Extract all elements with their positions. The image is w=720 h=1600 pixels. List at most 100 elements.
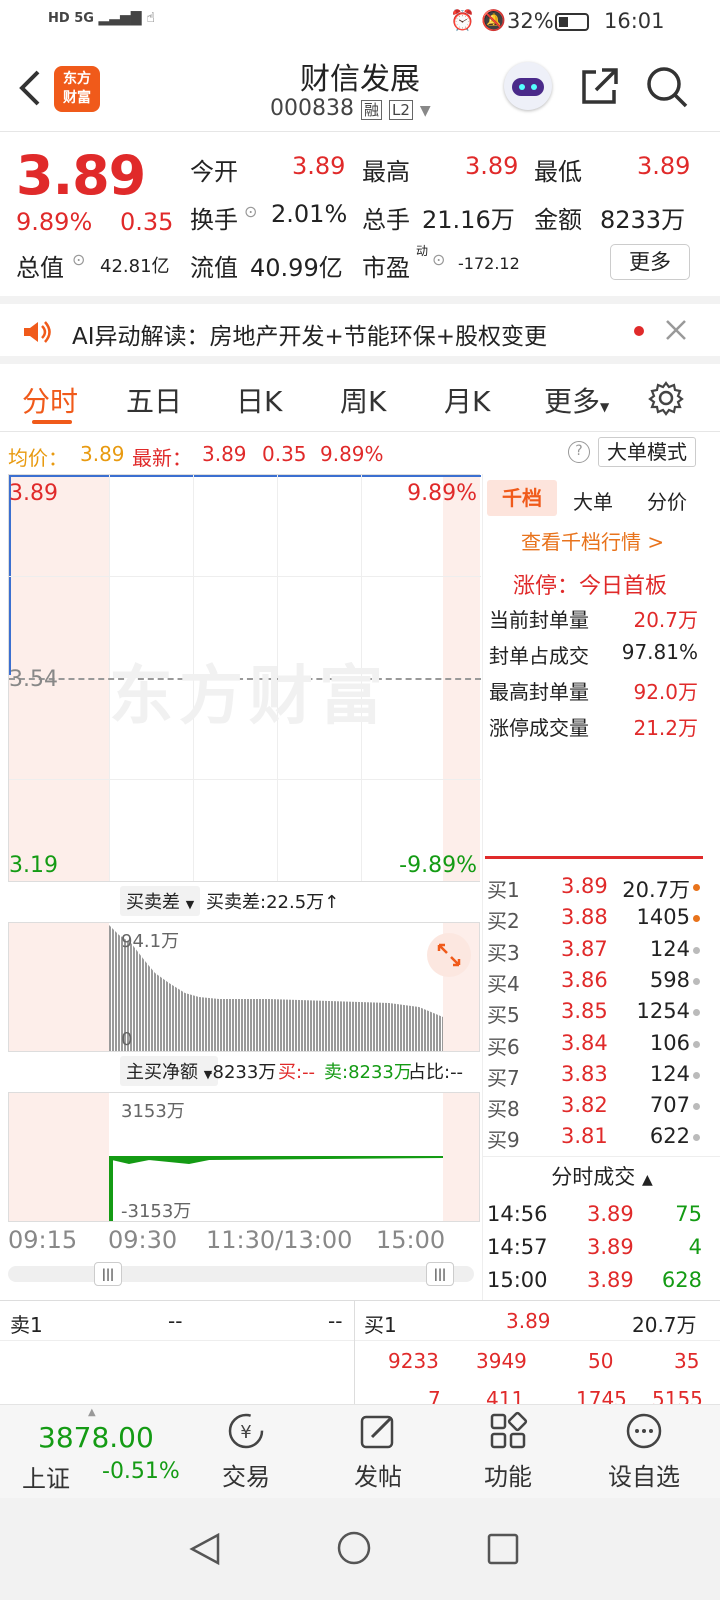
indicator-value: 买卖差:22.5万↑ [206,892,340,913]
stock-code-row[interactable]: 000838 融 L2 ▼ [270,96,431,121]
limit-row-label: 涨停成交量 [489,716,589,740]
info-icon[interactable]: ⊙ [72,250,85,269]
bid-volume: 707 [649,1093,690,1118]
alarm-mute-icons: ⏰ 🔕 [450,8,507,32]
bottom-nav: ▲ 3878.00 上证 -0.51% ¥ 交易 发帖 功能 设自选 [0,1404,720,1498]
amount-value: 8233万 [600,206,686,234]
change-percent: 9.89% [16,208,93,236]
market-cap-value: 42.81亿 [100,256,170,277]
margin-tag: 融 [360,100,382,120]
close-icon[interactable] [664,318,688,346]
trade-price: 3.89 [587,1235,634,1259]
info-icon[interactable]: ⊙ [244,202,257,221]
volume-value: 21.16万 [422,206,515,234]
avg-label: 均价： [8,446,68,470]
nav-add-watchlist[interactable]: 设自选 [596,1411,692,1492]
nav-functions[interactable]: 功能 [466,1411,550,1492]
turnover-value: 2.01% [271,200,348,228]
tab-thousand-levels[interactable]: 千档 [487,480,557,516]
tab-underline [32,420,72,424]
chevron-down-icon: ▼ [419,103,431,119]
index-widget[interactable]: ▲ 3878.00 上证 -0.51% [0,1405,190,1499]
more-button[interactable]: 更多 [610,244,690,280]
tab-big-orders[interactable]: 大单 [573,486,613,515]
home-circle-icon[interactable] [336,1530,372,1570]
queue-cell: 9233 [388,1349,439,1373]
trade-volume: 628 [661,1268,702,1292]
bid-dot [693,1134,700,1142]
change-amount: 0.35 [120,208,174,236]
index-value: 3878.00 [38,1421,154,1454]
battery-percent: 32% [507,9,554,33]
speaker-icon [22,320,52,348]
bid-volume: 124 [649,936,690,961]
ai-banner-text: AI异动解读：房地产开发+节能环保+股权变更 [72,324,548,350]
flow-ratio: 占比:-- [408,1062,464,1083]
trades-header[interactable]: 分时成交 ▲ [483,1156,720,1196]
view-levels-link[interactable]: 查看千档行情 > [521,526,664,555]
share-icon[interactable] [580,66,620,110]
brand-logo[interactable]: 东方 财富 [54,66,100,112]
trade-price: 3.89 [587,1202,634,1226]
flow-dropdown[interactable]: 主买净额 ▼ [120,1056,219,1086]
slider-handle-left[interactable]: ||| [94,1262,122,1286]
buy1-price: 3.89 [506,1309,551,1333]
price-axis-top: 3.89 [9,481,58,506]
pe-value: -172.12 [458,254,520,273]
quote-summary: 3.89 9.89% 0.35 今开 3.89 最高 3.89 最低 3.89 … [0,132,720,296]
intraday-chart[interactable]: 东方财富 3.89 3.54 3.19 9.89% -9.89% [8,474,481,882]
tab-intraday[interactable]: 分时 [22,380,78,420]
tab-price-dist[interactable]: 分价 [647,486,687,515]
bid-label: 买5 [487,1003,520,1028]
level2-tag: L2 [389,100,413,120]
slider-handle-right[interactable]: ||| [426,1262,454,1286]
tab-weekly[interactable]: 周K [340,380,386,420]
bid-price: 3.86 [561,967,608,992]
bid-label: 买1 [487,878,520,902]
time-label: 11:30/13:00 [206,1226,353,1254]
ai-robot-icon[interactable] [504,62,552,110]
index-pct: -0.51% [102,1459,180,1484]
help-icon[interactable]: ? [568,441,590,463]
chart-watermark: 东方财富 [109,660,389,734]
time-label: 09:30 [108,1226,178,1254]
nav-post[interactable]: 发帖 [336,1411,420,1492]
bid-volume: 106 [649,1030,690,1055]
trade-time: 14:57 [487,1235,548,1259]
bid-price: 3.85 [561,999,608,1024]
back-icon[interactable] [18,68,42,108]
sell1-vol: -- [328,1309,343,1333]
latest-change: 0.35 [262,442,307,466]
divider-red [485,856,703,859]
queue-cell: 3949 [476,1349,527,1373]
tab-5day[interactable]: 五日 [126,380,182,420]
flow-chart[interactable]: 3153万 -3153万 [8,1092,480,1222]
info-icon[interactable]: ⊙ [432,250,445,269]
flow-value: -8233万 [206,1062,277,1083]
high-label: 最高 [362,158,410,186]
nav-trade[interactable]: ¥ 交易 [204,1411,288,1492]
expand-icon[interactable] [427,933,471,977]
bid-dot [693,946,700,954]
latest-label: 最新： [132,446,192,470]
trade-time: 15:00 [487,1268,548,1292]
bid-price: 3.87 [561,936,608,961]
pe-label: 市盈 [362,254,410,282]
queue-cell: 35 [674,1349,700,1373]
time-range-slider[interactable]: ||| ||| [8,1262,474,1286]
indicator-dropdown[interactable]: 买卖差 ▼ [120,886,201,916]
big-order-mode-button[interactable]: 大单模式 [598,437,696,467]
stock-name: 财信发展 [300,62,420,97]
limit-up-title: 涨停：今日首板 [513,574,668,599]
gear-icon[interactable] [648,380,684,420]
back-triangle-icon[interactable] [188,1532,222,1570]
recents-square-icon[interactable] [486,1532,520,1570]
ai-banner[interactable]: AI异动解读：房地产开发+节能环保+股权变更 [0,296,720,364]
bid-dot [693,1009,700,1017]
search-icon[interactable] [646,66,688,112]
tab-daily[interactable]: 日K [236,380,282,420]
tab-more[interactable]: 更多▼ [544,380,609,420]
market-cap-label: 总值 [16,254,64,282]
volume-chart[interactable]: 94.1万 0 [8,922,480,1052]
tab-monthly[interactable]: 月K [444,380,490,420]
